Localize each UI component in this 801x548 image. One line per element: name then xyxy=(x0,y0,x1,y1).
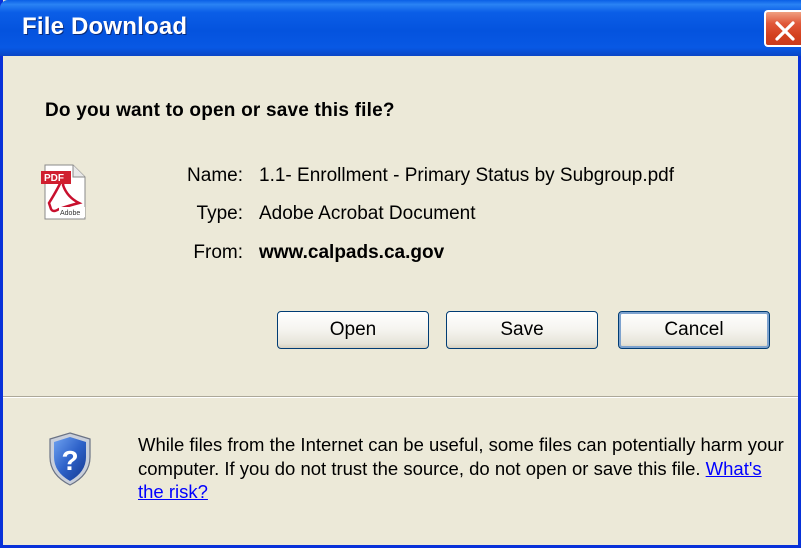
open-button[interactable]: Open xyxy=(277,311,429,349)
cancel-button[interactable]: Cancel xyxy=(618,311,770,349)
file-name-label: Name: xyxy=(187,165,243,186)
file-download-dialog: File Download Do you want to open or sav… xyxy=(0,0,801,548)
warning-text: While files from the Internet can be use… xyxy=(138,434,784,479)
divider xyxy=(3,396,798,398)
save-button[interactable]: Save xyxy=(446,311,598,349)
security-shield-question-icon: ? xyxy=(47,431,93,492)
close-button[interactable] xyxy=(764,10,801,47)
file-source-value: www.calpads.ca.gov xyxy=(259,242,445,263)
file-type-value: Adobe Acrobat Document xyxy=(259,203,476,224)
file-source-label: From: xyxy=(193,242,243,263)
svg-text:?: ? xyxy=(61,445,78,476)
security-warning: While files from the Internet can be use… xyxy=(138,433,788,504)
dialog-question: Do you want to open or save this file? xyxy=(45,100,395,121)
file-name-value: 1.1- Enrollment - Primary Status by Subg… xyxy=(259,165,675,186)
window-title: File Download xyxy=(22,13,188,40)
title-bar[interactable]: File Download xyxy=(0,0,801,56)
close-icon xyxy=(775,21,795,41)
file-type-label: Type: xyxy=(196,203,243,224)
